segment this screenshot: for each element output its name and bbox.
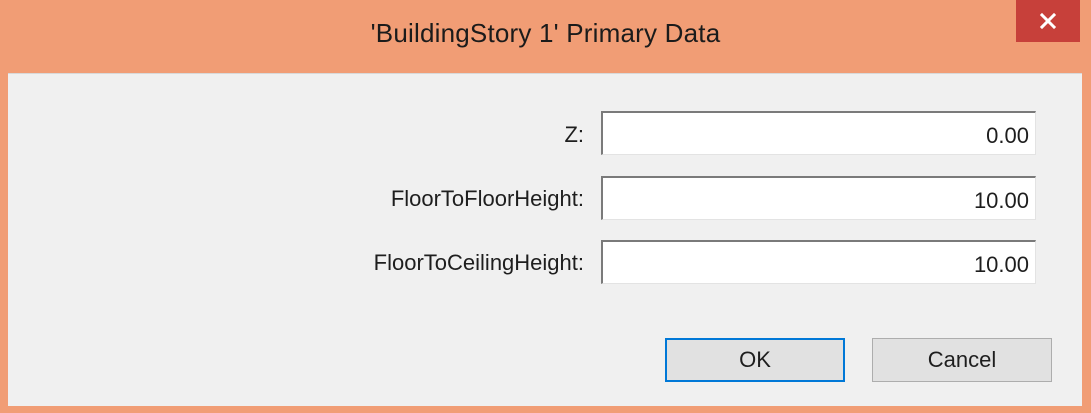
ok-button[interactable]: OK — [665, 338, 845, 382]
close-icon — [1040, 13, 1056, 29]
z-input[interactable] — [601, 111, 1036, 155]
floor-to-floor-height-label: FloorToFloorHeight: — [390, 186, 584, 211]
floor-to-floor-height-input[interactable] — [601, 176, 1036, 220]
dialog-title: 'BuildingStory 1' Primary Data — [370, 18, 721, 48]
title-bar[interactable]: 'BuildingStory 1' Primary Data — [0, 0, 1091, 73]
z-label: Z: — [564, 122, 584, 147]
floor-to-ceiling-height-label: FloorToCeilingHeight: — [373, 250, 584, 275]
close-button[interactable] — [1016, 0, 1080, 42]
cancel-button[interactable]: Cancel — [872, 338, 1052, 382]
dialog-body: Z: FloorToFloorHeight: FloorToCeilingHei… — [8, 73, 1082, 406]
dialog-window: 'BuildingStory 1' Primary Data Z: FloorT… — [0, 0, 1091, 413]
floor-to-ceiling-height-input[interactable] — [601, 240, 1036, 284]
